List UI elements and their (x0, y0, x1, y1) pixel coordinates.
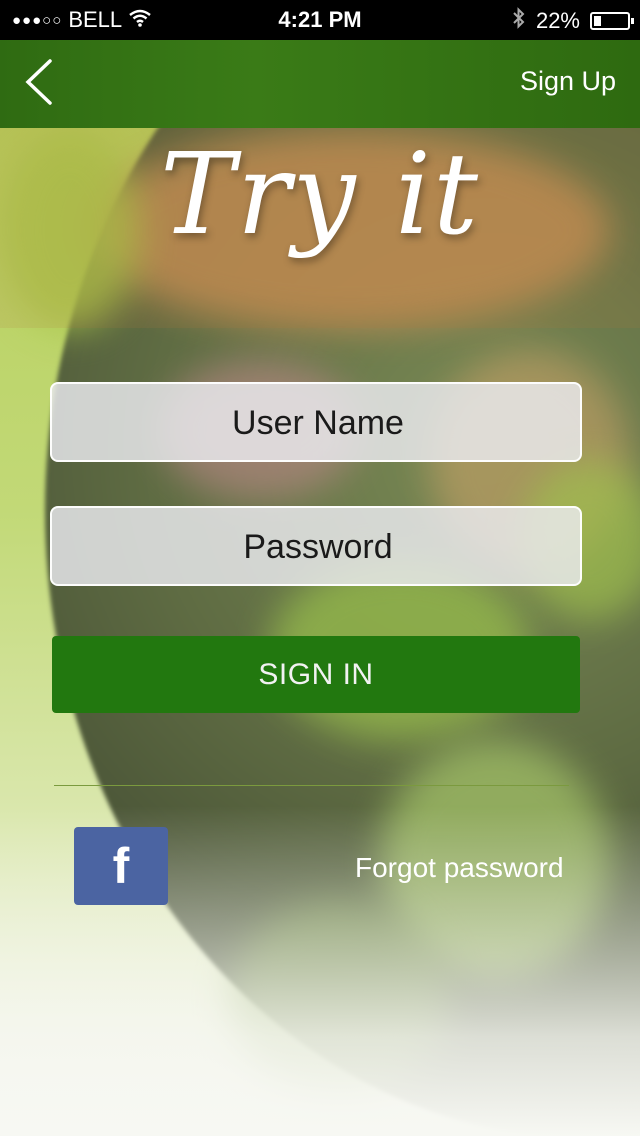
page-title: Try it (160, 130, 480, 260)
battery-level (594, 16, 601, 26)
facebook-icon: f (112, 838, 130, 894)
username-field[interactable] (50, 382, 584, 462)
divider (54, 785, 569, 786)
status-bar: ●●●○○ BELL 4:21 PM 22% (0, 0, 640, 40)
username-input[interactable] (52, 384, 584, 462)
password-field[interactable] (50, 506, 584, 586)
chevron-left-icon (25, 59, 52, 105)
facebook-login-button[interactable]: f (74, 827, 168, 905)
back-button[interactable] (22, 58, 62, 108)
sign-up-button[interactable]: Sign Up (520, 66, 616, 97)
navigation-bar: Sign Up (0, 40, 640, 128)
battery-icon (590, 12, 634, 30)
battery-percent: 22% (535, 8, 580, 33)
forgot-password-link[interactable]: Forgot password (355, 852, 564, 884)
sign-in-button[interactable]: SIGN IN (52, 636, 580, 713)
password-input[interactable] (52, 508, 584, 586)
bluetooth-icon (512, 7, 526, 35)
